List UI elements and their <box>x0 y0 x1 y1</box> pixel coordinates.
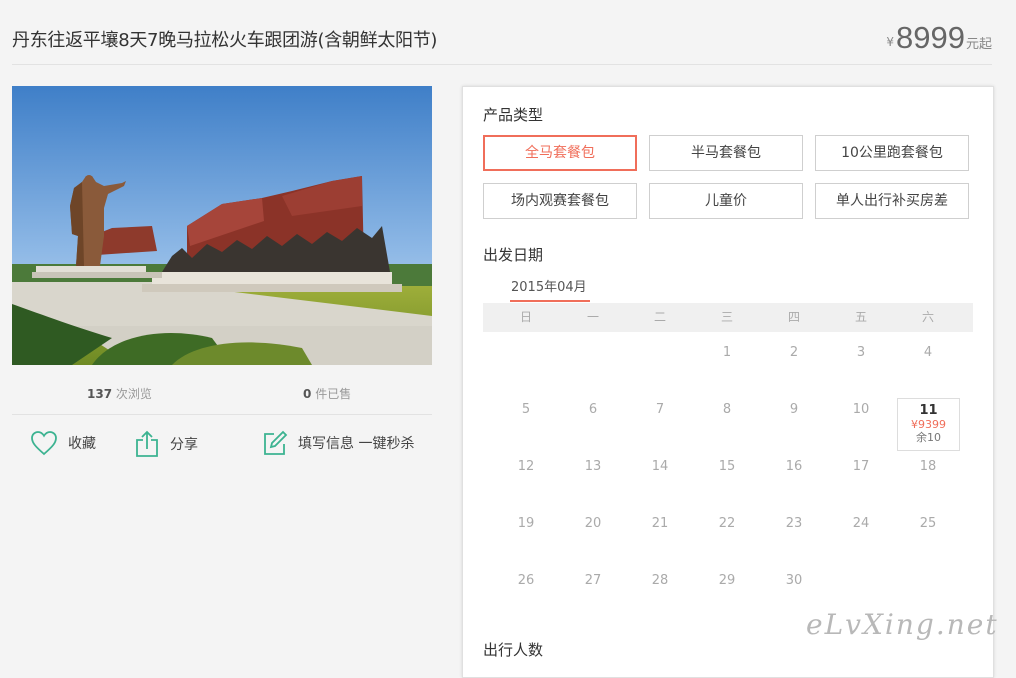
price-amount: 8999 <box>896 20 965 55</box>
calendar-day: 12 <box>517 459 535 474</box>
calendar-day: 3 <box>856 345 866 360</box>
views-count: 137 <box>87 387 113 401</box>
page-title: 丹东往返平壤8天7晚马拉松火车跟团游(含朝鲜太阳节) <box>12 30 438 51</box>
fill-info-button[interactable]: 填写信息 一键秒杀 <box>262 430 414 456</box>
calendar-day: 19 <box>517 516 535 531</box>
share-label: 分享 <box>170 437 198 453</box>
calendar-day: 15 <box>718 459 736 474</box>
option-child-price[interactable]: 儿童价 <box>649 183 803 219</box>
weekday-sun: 日 <box>519 310 532 324</box>
header-divider <box>12 64 992 65</box>
favorite-button[interactable]: 收藏 <box>30 430 96 456</box>
weekday-thu: 四 <box>787 310 800 324</box>
calendar-day: 21 <box>651 516 669 531</box>
sold-label: 件已售 <box>315 387 352 401</box>
calendar-day: 8 <box>722 402 732 417</box>
calendar-day: 25 <box>919 516 937 531</box>
calendar-day: 16 <box>785 459 803 474</box>
stats-divider <box>12 414 432 415</box>
calendar-day: 2 <box>789 345 799 360</box>
calendar-day-available[interactable]: 11 ¥9399 余10 <box>897 398 960 451</box>
booking-panel: 产品类型 全马套餐包 半马套餐包 10公里跑套餐包 场内观赛套餐包 儿童价 单人… <box>462 86 994 678</box>
weekday-sat: 六 <box>921 310 934 324</box>
price-display: ¥8999元起 <box>886 20 992 56</box>
calendar-day: 9 <box>789 402 799 417</box>
calendar-day: 10 <box>852 402 870 417</box>
calendar-day: 27 <box>584 573 602 588</box>
calendar-day: 17 <box>852 459 870 474</box>
option-full-marathon[interactable]: 全马套餐包 <box>483 135 637 171</box>
calendar-day: 13 <box>584 459 602 474</box>
calendar-day: 23 <box>785 516 803 531</box>
share-button[interactable]: 分享 <box>134 430 198 458</box>
product-type-title: 产品类型 <box>483 106 544 124</box>
price-symbol: ¥ <box>886 35 895 49</box>
calendar-day: 1 <box>722 345 732 360</box>
sold-stat: 0 件已售 <box>303 385 351 402</box>
weekday-header: 日 一 二 三 四 五 六 <box>483 303 973 332</box>
views-label: 次浏览 <box>115 387 152 401</box>
share-icon <box>136 430 158 457</box>
option-spectator[interactable]: 场内观赛套餐包 <box>483 183 637 219</box>
favorite-label: 收藏 <box>68 436 96 452</box>
price-suffix: 元起 <box>965 37 992 52</box>
available-day-remaining: 余10 <box>916 431 941 444</box>
calendar-day: 6 <box>588 402 598 417</box>
calendar-day: 18 <box>919 459 937 474</box>
calendar-day: 22 <box>718 516 736 531</box>
available-day-number: 11 <box>919 403 938 418</box>
calendar-day: 5 <box>521 402 531 417</box>
calendar-day: 4 <box>923 345 933 360</box>
fill-info-label: 填写信息 一键秒杀 <box>298 436 415 452</box>
departure-date-title: 出发日期 <box>483 246 544 264</box>
edit-icon <box>264 430 288 455</box>
calendar-day: 24 <box>852 516 870 531</box>
month-tab-underline <box>510 300 590 302</box>
calendar-day: 20 <box>584 516 602 531</box>
calendar-day: 29 <box>718 573 736 588</box>
calendar-day: 28 <box>651 573 669 588</box>
weekday-wed: 三 <box>720 310 733 324</box>
weekday-mon: 一 <box>586 310 599 324</box>
weekday-tue: 二 <box>653 310 666 324</box>
heart-icon <box>31 431 57 456</box>
watermark: eLvXing.net <box>806 608 999 641</box>
option-10k-run[interactable]: 10公里跑套餐包 <box>815 135 969 171</box>
calendar-day: 14 <box>651 459 669 474</box>
option-single-supplement[interactable]: 单人出行补买房差 <box>815 183 969 219</box>
option-half-marathon[interactable]: 半马套餐包 <box>649 135 803 171</box>
calendar-day: 30 <box>785 573 803 588</box>
calendar-day: 26 <box>517 573 535 588</box>
views-stat: 137 次浏览 <box>87 385 152 402</box>
available-day-price: ¥9399 <box>911 418 946 431</box>
month-tab[interactable]: 2015年04月 <box>511 276 587 295</box>
sold-count: 0 <box>303 387 312 401</box>
product-photo <box>12 86 432 365</box>
calendar-day: 7 <box>655 402 665 417</box>
travelers-title: 出行人数 <box>483 641 544 659</box>
weekday-fri: 五 <box>854 310 867 324</box>
